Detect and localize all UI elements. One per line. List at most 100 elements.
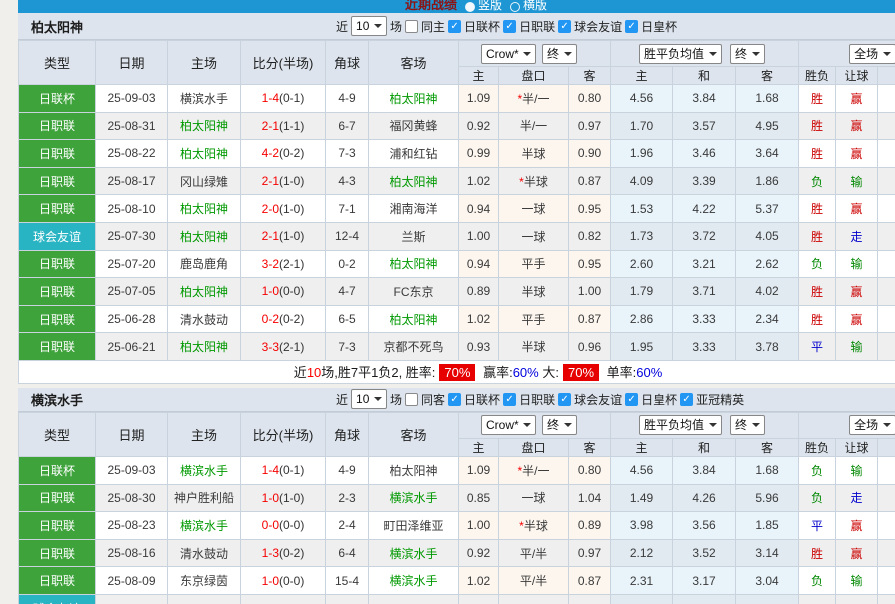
asia-handicap-line: *半/一 [499,85,569,113]
sub-header-asia-away: 客 [569,67,611,85]
bookmaker-select[interactable]: Crow* [481,44,536,64]
away-team: 柏太阳神 [369,85,459,113]
league-checkbox-emperor-cup[interactable]: ✓ [625,20,638,33]
result-handicap: 赢 [836,278,878,306]
date-cell: 25-08-30 [96,484,168,512]
summary-prefix: 近 [294,365,307,380]
result-handicap: 走 [836,222,878,250]
euro-odds-select[interactable]: 胜平负均值 [639,44,722,64]
sub-header-asia-away: 客 [569,438,611,456]
asia-away-odds: 0.97 [569,539,611,567]
euro-home-odds: 4.56 [611,85,673,113]
result-wdl: 平 [799,333,836,361]
euro-final-select[interactable]: 终 [730,44,765,64]
asia-final-select-wrap: 终 [542,44,577,64]
league-checkbox-friendly[interactable]: ✓ [558,20,571,33]
asia-handicap-line: *半球 [499,167,569,195]
sub-header-wdl: 胜负 [799,438,836,456]
league-checkbox-emperor-cup-2[interactable]: ✓ [625,393,638,406]
league-checkbox-acl[interactable]: ✓ [680,393,693,406]
result-wdl: 胜 [799,539,836,567]
same-away-label[interactable]: 同客 [421,391,445,408]
euro-draw-odds: 3.17 [673,567,736,595]
bookmaker-select-wrap: Crow* [481,44,536,64]
result-wdl: 胜 [799,112,836,140]
league-checkbox-j1[interactable]: ✓ [503,20,516,33]
league-checkbox-jleague-cup-2[interactable]: ✓ [448,393,461,406]
league-label-j1-2[interactable]: 日职联 [519,391,555,408]
euro-draw-odds: 3.46 [673,140,736,168]
league-checkbox-j1-2[interactable]: ✓ [503,393,516,406]
home-team: 清水鼓动 [168,305,241,333]
league-label-acl[interactable]: 亚冠精英 [696,391,744,408]
league-label-friendly[interactable]: 球会友谊 [574,18,622,35]
league-cell: 日联杯 [19,456,96,484]
corners-cell: 7-3 [326,333,369,361]
bookmaker-select-2[interactable]: Crow* [481,415,536,435]
euro-away-odds: 1.68 [736,85,799,113]
goals-cell [878,85,895,113]
league-label-emperor-cup[interactable]: 日皇杯 [641,18,677,35]
recent-count-select-wrap: 10 [351,389,387,409]
scope-select[interactable]: 全场 [849,44,895,64]
score-cell: 2-1(1-1) [241,112,326,140]
euro-away-odds: 2.34 [736,305,799,333]
match-row: 日职联25-08-16清水鼓动1-3(0-2)6-4横滨水手0.92平/半0.9… [19,539,895,567]
away-team [369,594,459,604]
layout-vertical-radio[interactable] [465,2,475,12]
score-cell: 4-2(0-2) [241,140,326,168]
layout-vertical-label[interactable]: 竖版 [478,0,502,13]
asia-home-odds: 1.02 [459,567,499,595]
asia-final-select-2[interactable]: 终 [542,415,577,435]
away-team: 横滨水手 [369,484,459,512]
result-wdl: 胜 [799,278,836,306]
scope-select-2[interactable]: 全场 [849,415,895,435]
euro-odds-select-2[interactable]: 胜平负均值 [639,415,722,435]
result-handicap [836,594,878,604]
league-label-jleague-cup[interactable]: 日联杯 [464,18,500,35]
asia-away-odds: 0.80 [569,456,611,484]
layout-horizontal-radio[interactable] [510,2,520,12]
scope-select-wrap: 全场 [849,44,895,64]
asia-home-odds: 0.93 [459,333,499,361]
layout-horizontal-label[interactable]: 横版 [523,0,547,13]
col-header-away: 客场 [369,41,459,85]
match-row: 日职联25-07-05柏太阳神1-0(0-0)4-7FC东京0.89半球1.00… [19,278,895,306]
team1-bar: 柏太阳神 近 10 场 同主 ✓ 日联杯 ✓ 日职联 ✓ 球会友谊 ✓ 日皇杯 [18,13,895,40]
summary-win-pct-badge: 70% [439,364,475,381]
asia-final-select[interactable]: 终 [542,44,577,64]
league-label-j1[interactable]: 日职联 [519,18,555,35]
league-label-jleague-cup-2[interactable]: 日联杯 [464,391,500,408]
asia-handicap-line: *半球 [499,512,569,540]
date-cell: 25-08-09 [96,567,168,595]
euro-final-select-wrap: 终 [730,415,765,435]
goals-cell [878,167,895,195]
recent-count-select[interactable]: 10 [351,16,387,36]
team2-rows: 日联杯25-09-03横滨水手1-4(0-1)4-9柏太阳神1.09*半/一0.… [19,456,895,604]
summary-record: 场,胜7平1负2, 胜率: [321,365,435,380]
same-home-checkbox[interactable] [405,20,418,33]
league-checkbox-friendly-2[interactable]: ✓ [558,393,571,406]
recent-count-select-2[interactable]: 10 [351,389,387,409]
away-team: 横滨水手 [369,567,459,595]
result-wdl: 胜 [799,85,836,113]
league-cell: 日职联 [19,333,96,361]
bookmaker-select-wrap: Crow* [481,415,536,435]
league-label-emperor-cup-2[interactable]: 日皇杯 [641,391,677,408]
away-team: 兰斯 [369,222,459,250]
euro-home-odds: 4.09 [611,167,673,195]
result-handicap: 输 [836,567,878,595]
same-home-label[interactable]: 同主 [421,18,445,35]
asia-away-odds: 0.80 [569,85,611,113]
league-label-friendly-2[interactable]: 球会友谊 [574,391,622,408]
same-away-checkbox[interactable] [405,393,418,406]
asia-odds-group: Crow* 终 [459,412,611,438]
goals-cell [878,305,895,333]
page-title: 近期战绩 [405,0,457,13]
away-team: FC东京 [369,278,459,306]
league-cell: 日联杯 [19,85,96,113]
euro-final-select-2[interactable]: 终 [730,415,765,435]
result-handicap: 赢 [836,539,878,567]
date-cell: 25-06-21 [96,333,168,361]
league-checkbox-jleague-cup[interactable]: ✓ [448,20,461,33]
